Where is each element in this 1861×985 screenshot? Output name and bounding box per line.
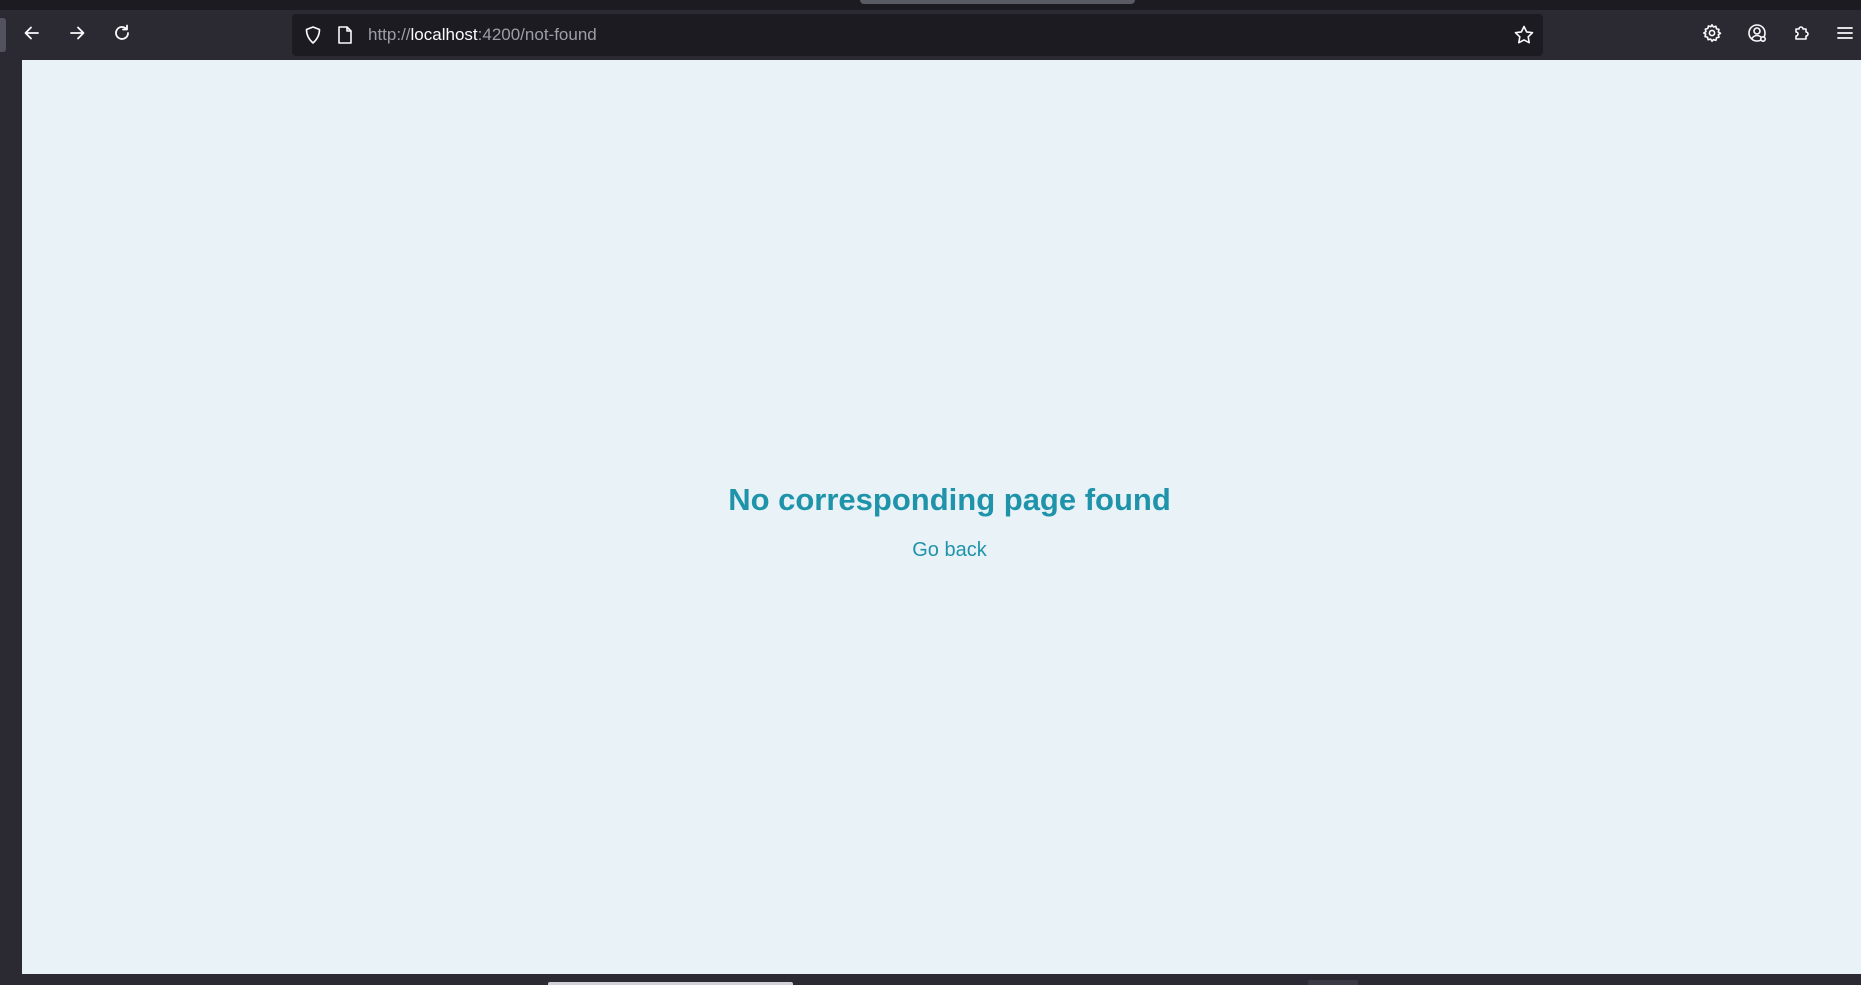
reload-icon: [115, 24, 129, 40]
hamburger-menu-icon: [1837, 27, 1853, 39]
extensions-button[interactable]: [1786, 17, 1818, 49]
not-found-container: No corresponding page found Go back: [22, 480, 1861, 563]
tab-strip: [0, 0, 1861, 10]
settings-button[interactable]: [1696, 17, 1728, 49]
puzzle-icon: [1795, 26, 1809, 40]
shield-icon[interactable]: [303, 25, 323, 45]
sidebar-gutter: [0, 60, 22, 974]
url-text[interactable]: http://localhost:4200/not-found: [368, 25, 597, 45]
url-protocol: http://: [368, 25, 411, 44]
address-bar[interactable]: http://localhost:4200/not-found: [292, 14, 1543, 56]
back-arrow-icon: [24, 26, 39, 40]
page-title: No corresponding page found: [728, 482, 1171, 517]
account-icon: [1748, 24, 1767, 43]
taskbar-item[interactable]: [1308, 980, 1358, 985]
forward-arrow-icon: [70, 26, 85, 40]
go-back-link[interactable]: Go back: [912, 537, 986, 563]
account-button[interactable]: [1741, 17, 1773, 49]
taskbar-strip: [0, 974, 1861, 985]
gear-icon: [1703, 24, 1722, 42]
reload-button[interactable]: [106, 17, 138, 49]
url-path: :4200/not-found: [477, 25, 597, 44]
back-button[interactable]: [16, 17, 48, 49]
star-icon[interactable]: [1513, 24, 1535, 46]
active-tab-indicator[interactable]: [860, 0, 1135, 4]
url-host: localhost: [410, 25, 478, 44]
forward-button[interactable]: [61, 17, 93, 49]
page-icon[interactable]: [336, 25, 354, 45]
sidebar-toggle[interactable]: [0, 18, 6, 52]
app-menu-button[interactable]: [1829, 17, 1861, 49]
